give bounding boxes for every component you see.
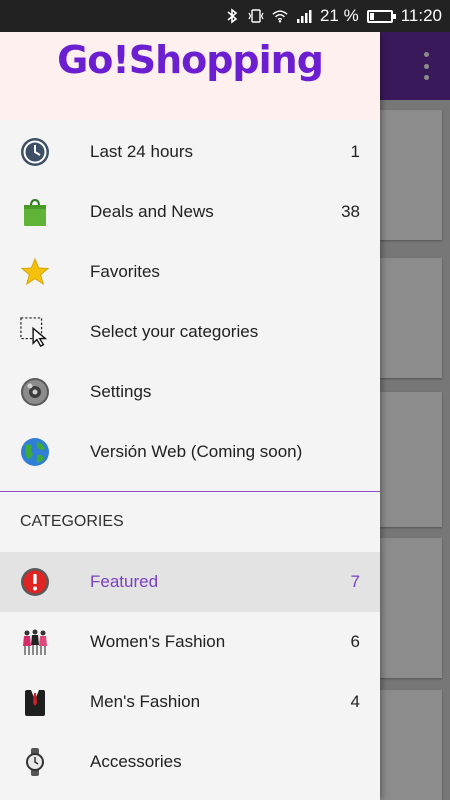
menu-item-count: 38 <box>341 202 360 221</box>
menu-item-settings[interactable]: Settings <box>0 362 380 422</box>
settings-icon <box>20 377 50 407</box>
vibrate-icon <box>248 8 264 24</box>
globe-icon <box>20 437 50 467</box>
signal-icon <box>296 8 312 24</box>
alert-icon <box>20 567 50 597</box>
battery-percent: 21 % <box>319 6 359 25</box>
category-item-count: 4 <box>350 692 360 711</box>
battery-icon <box>366 9 396 23</box>
category-item-count: 7 <box>350 572 360 591</box>
women-fashion-icon <box>20 627 50 657</box>
watch-icon <box>20 747 50 777</box>
status-bar: 21 % 11:20 <box>0 0 450 32</box>
menu-item-favorites[interactable]: Favorites <box>0 242 380 302</box>
category-item-label: Men's Fashion <box>90 692 201 711</box>
menu-item-last-24-hours[interactable]: Last 24 hours 1 <box>0 122 380 182</box>
categories-header: CATEGORIES <box>20 513 124 530</box>
shopping-bag-icon <box>20 197 50 227</box>
star-icon <box>20 257 50 287</box>
suit-icon <box>20 687 50 717</box>
menu-item-label: Versión Web (Coming soon) <box>90 442 303 461</box>
drawer-header: Go!Shopping <box>0 32 380 120</box>
menu-item-select-categories[interactable]: Select your categories <box>0 302 380 362</box>
app-logo: Go!Shopping <box>57 38 324 82</box>
menu-item-label: Deals and News <box>90 202 214 221</box>
clock-icon <box>20 137 50 167</box>
menu-item-label: Last 24 hours <box>90 142 194 161</box>
category-item-label: Women's Fashion <box>90 632 226 651</box>
category-item-count: 6 <box>350 632 360 651</box>
menu-item-label: Settings <box>90 382 152 401</box>
category-item-featured[interactable]: Featured 7 <box>0 552 380 612</box>
menu-item-label: Select your categories <box>90 322 259 341</box>
menu-item-count: 1 <box>350 142 360 161</box>
category-item-label: Featured <box>90 572 159 591</box>
wifi-icon <box>272 8 288 24</box>
selection-cursor-icon <box>20 317 50 347</box>
category-item-label: Accessories <box>90 752 182 771</box>
category-item-mens-fashion[interactable]: Men's Fashion 4 <box>0 672 380 732</box>
menu-item-deals-and-news[interactable]: Deals and News 38 <box>0 182 380 242</box>
menu-item-label: Favorites <box>90 262 160 281</box>
menu-item-web-version[interactable]: Versión Web (Coming soon) <box>0 422 380 482</box>
clock-time: 11:20 <box>400 6 442 25</box>
bluetooth-icon <box>224 8 240 24</box>
category-item-accessories[interactable]: Accessories <box>0 732 380 792</box>
navigation-drawer: Go!Shopping Last 24 hours 1 Deals and Ne… <box>0 32 380 800</box>
category-item-womens-fashion[interactable]: Women's Fashion 6 <box>0 612 380 672</box>
